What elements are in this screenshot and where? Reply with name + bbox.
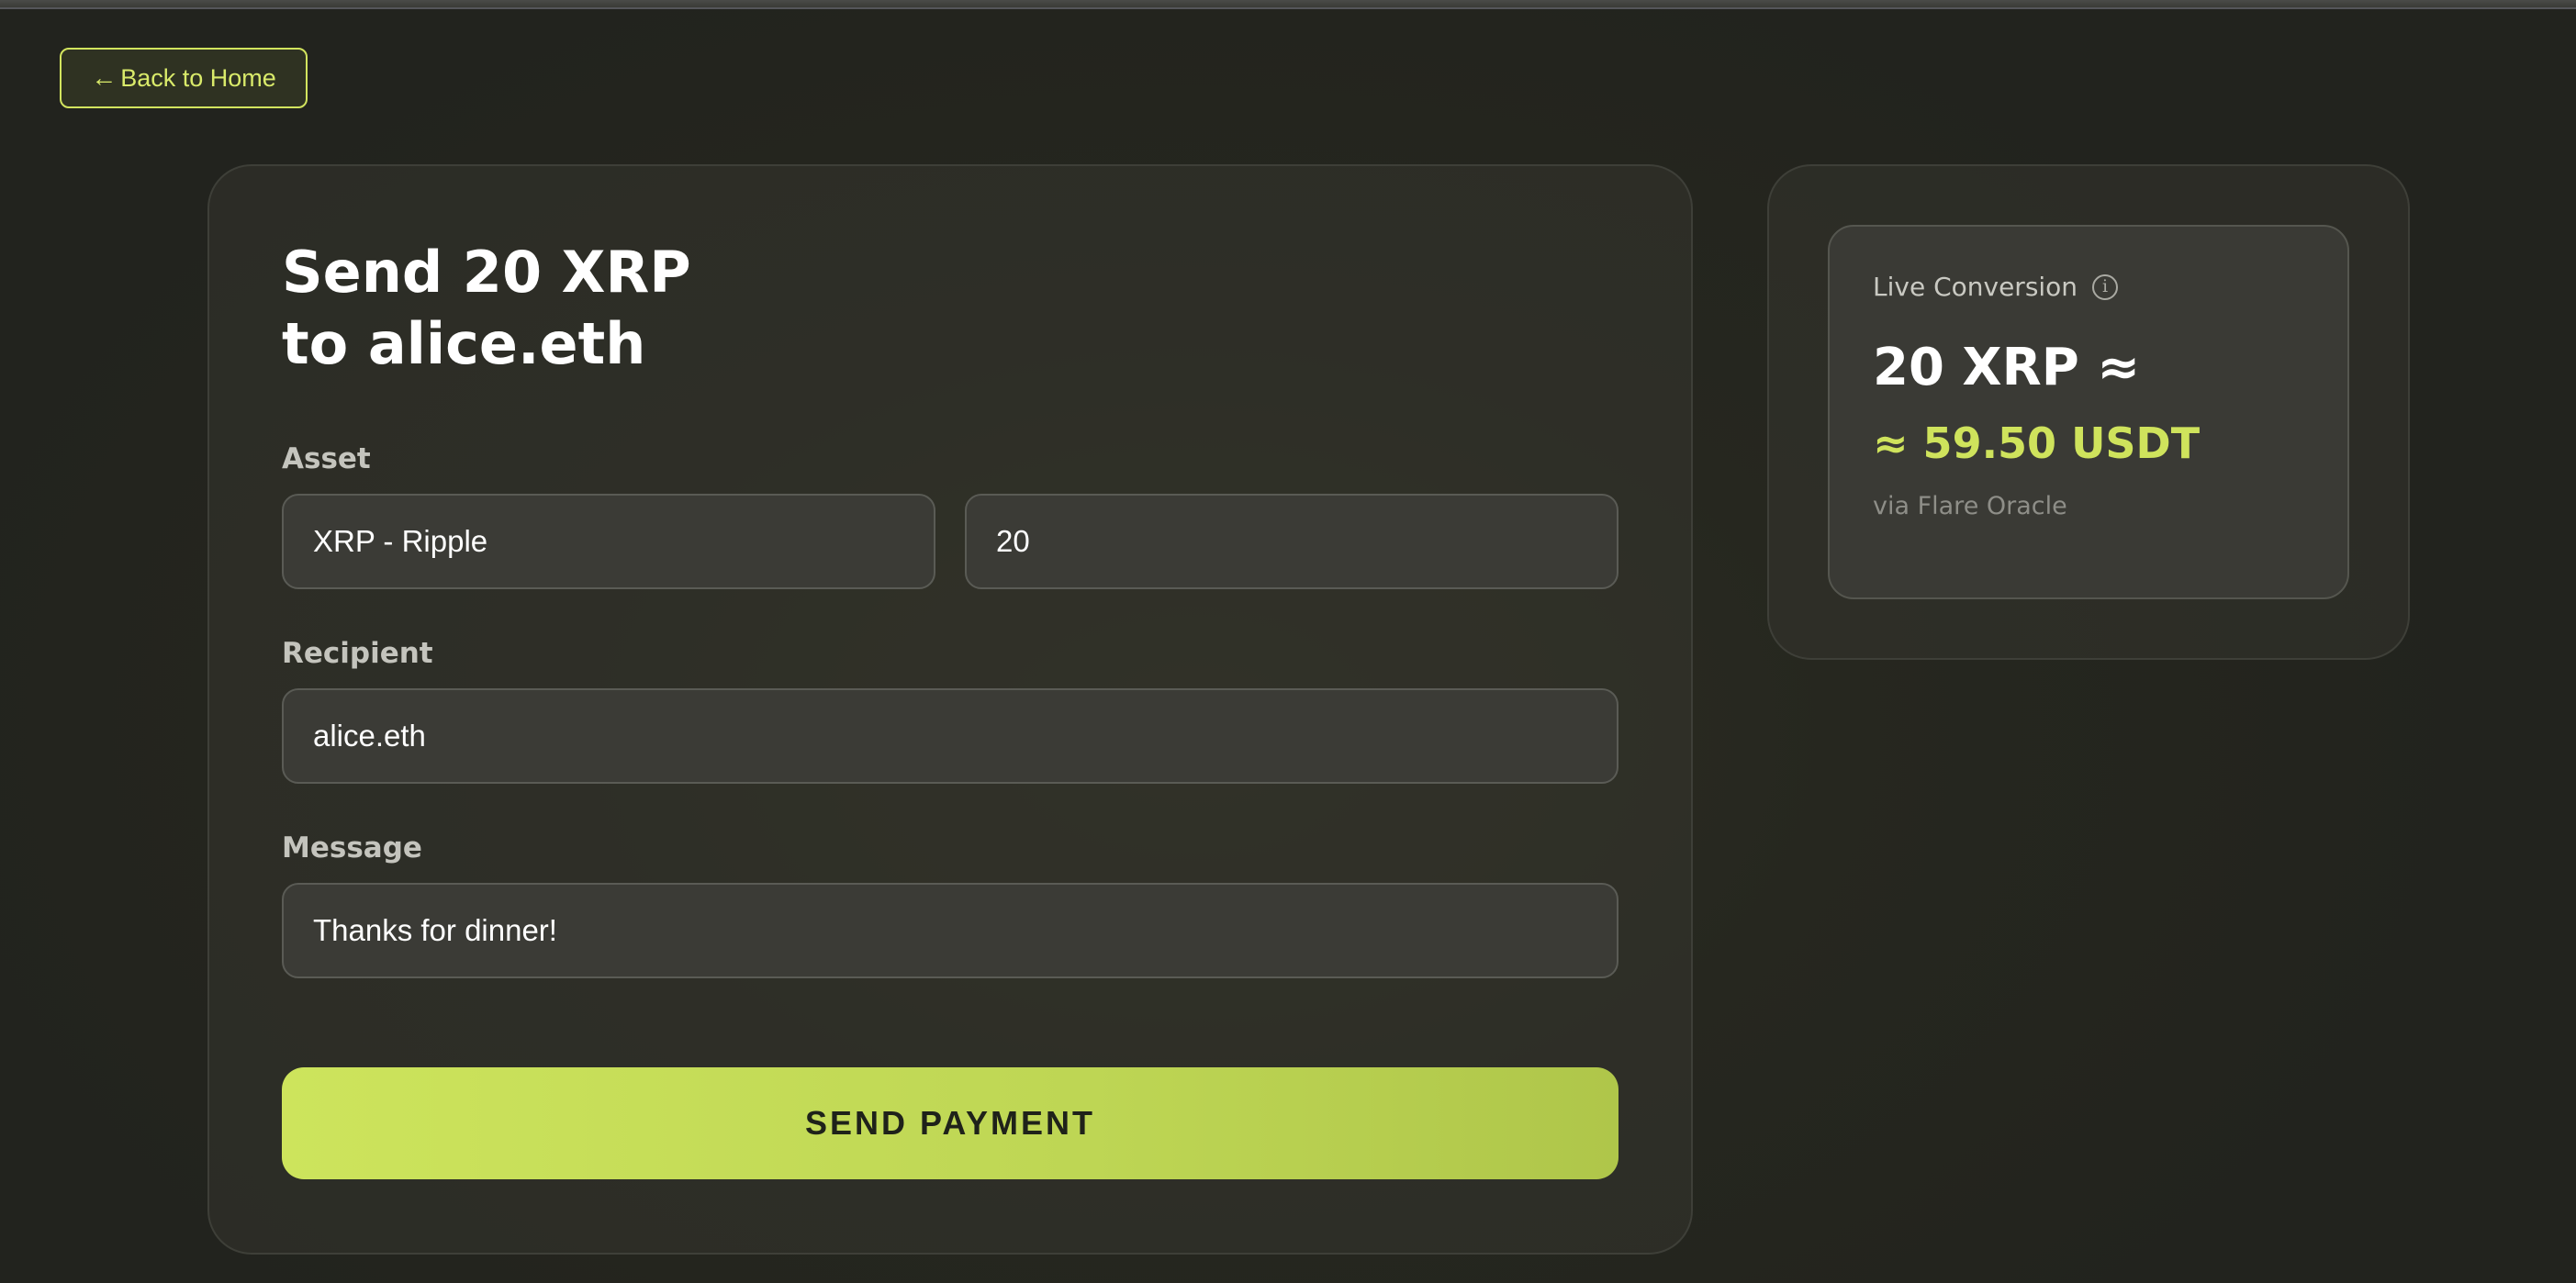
conversion-source: via Flare Oracle: [1873, 492, 2067, 520]
message-label: Message: [282, 831, 422, 865]
live-conversion-header: Live Conversion i: [1873, 272, 2119, 302]
asset-label: Asset: [282, 442, 371, 475]
send-payment-button[interactable]: SEND PAYMENT: [282, 1067, 1618, 1179]
back-to-home-label: Back to Home: [120, 63, 276, 92]
page-title: Send 20 XRP to alice.eth: [282, 237, 691, 380]
conversion-usdt-value: ≈ 59.50 USDT: [1873, 418, 2201, 468]
title-line-2: to alice.eth: [282, 310, 646, 377]
asset-select[interactable]: XRP - Ripple: [282, 494, 935, 589]
recipient-input[interactable]: alice.eth: [282, 688, 1618, 784]
info-icon[interactable]: i: [2092, 273, 2119, 300]
live-conversion-label: Live Conversion: [1873, 272, 2078, 302]
recipient-label: Recipient: [282, 637, 433, 670]
arrow-left-icon: ←: [91, 63, 118, 92]
message-input[interactable]: Thanks for dinner!: [282, 883, 1618, 978]
title-line-1: Send 20 XRP: [282, 239, 691, 306]
conversion-amount: 20 XRP ≈: [1873, 338, 2141, 397]
browser-top-border: [0, 0, 2576, 9]
amount-input[interactable]: 20: [965, 494, 1618, 589]
back-to-home-button[interactable]: ← Back to Home: [60, 48, 308, 108]
